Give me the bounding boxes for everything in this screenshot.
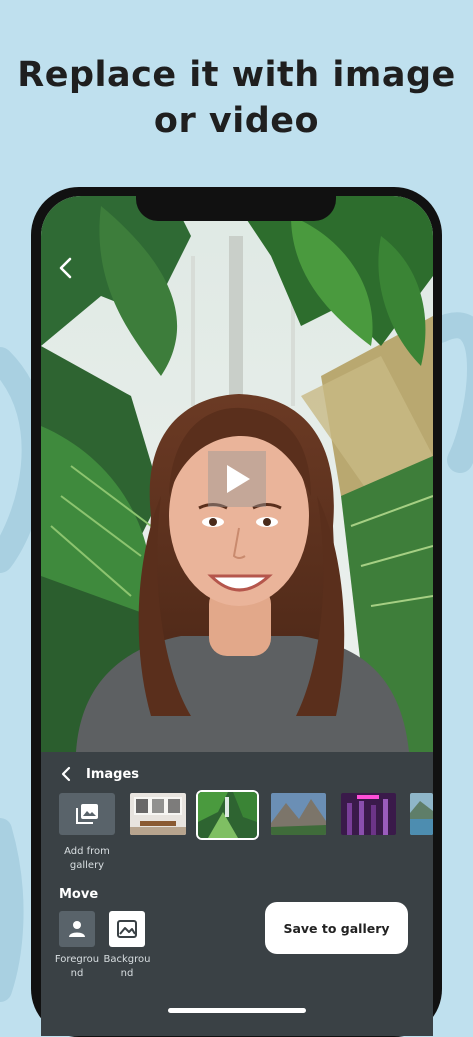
thumbnail-lake[interactable]	[410, 793, 433, 835]
background-button[interactable]	[109, 911, 145, 947]
chevron-left-icon	[61, 766, 71, 782]
thumbnail-image	[198, 792, 257, 838]
play-button[interactable]	[208, 451, 266, 507]
background-label: Background	[103, 954, 151, 979]
home-indicator	[168, 1008, 306, 1013]
foreground-label: Foreground	[54, 954, 100, 979]
thumbnail-image	[410, 793, 433, 835]
back-button[interactable]	[56, 256, 78, 280]
add-from-gallery-button[interactable]	[59, 793, 115, 835]
thumbnail-neon[interactable]	[341, 793, 396, 835]
add-from-gallery-label: Add from gallery	[64, 846, 110, 871]
chevron-left-icon	[59, 257, 72, 279]
images-back-button[interactable]: Images	[60, 764, 139, 784]
thumbnail-jungle[interactable]	[196, 790, 259, 840]
thumbnail-office[interactable]	[130, 793, 186, 835]
move-title: Move	[59, 887, 99, 902]
headline: Replace it with image or video	[0, 52, 473, 144]
save-to-gallery-button[interactable]: Save to gallery	[265, 902, 408, 954]
foreground-button[interactable]	[59, 911, 95, 947]
headline-line-1: Replace it with image	[17, 55, 456, 95]
thumbnail-mountain[interactable]	[271, 793, 326, 835]
landscape-icon	[117, 920, 137, 938]
play-icon	[227, 465, 250, 493]
image-stack-icon	[76, 804, 98, 824]
thumbnail-image	[130, 793, 186, 835]
headline-line-2: or video	[153, 101, 320, 141]
thumbnail-image	[341, 793, 396, 835]
person-icon	[69, 921, 85, 937]
thumbnail-image	[271, 793, 326, 835]
phone-notch	[136, 187, 336, 221]
panel-title: Images	[86, 766, 140, 782]
